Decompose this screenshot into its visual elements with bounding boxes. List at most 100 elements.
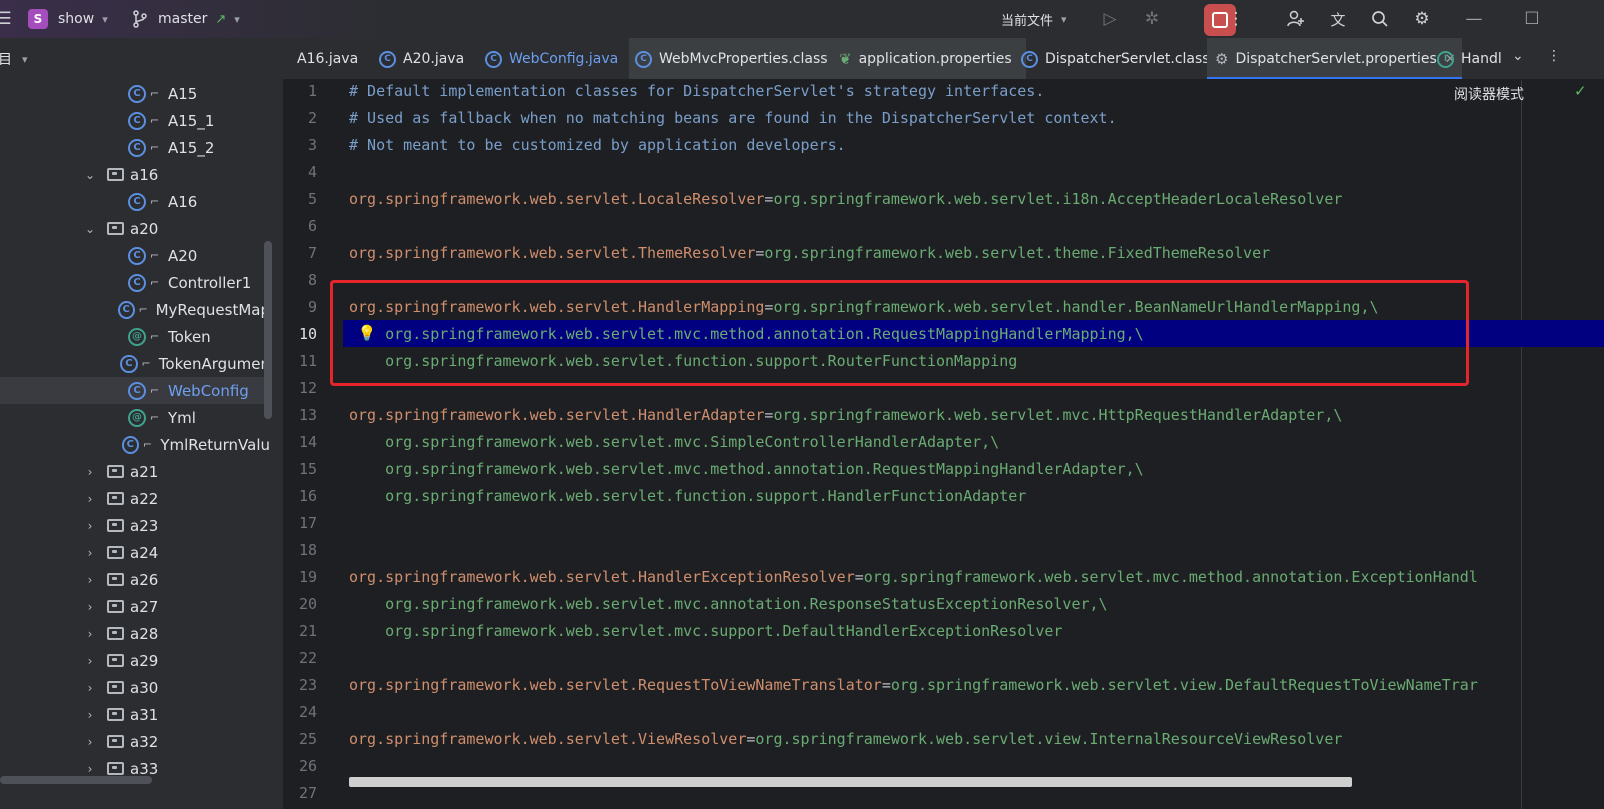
tree-item-class[interactable]: C ⌐ A16 — [0, 188, 270, 215]
line-number: 14 — [298, 433, 317, 451]
line-number: 25 — [298, 730, 317, 748]
properties-gear-icon: ⚙ — [1215, 50, 1229, 68]
tree-item-annotation[interactable]: @ ⌐ Yml — [0, 404, 270, 431]
chevron-right-icon[interactable]: › — [84, 465, 96, 479]
tab-dispatcherservlet-properties[interactable]: ⚙ DispatcherServlet.properties ✕ — [1207, 38, 1462, 79]
sidebar-vertical-scrollbar[interactable] — [264, 241, 272, 419]
property-equals: = — [854, 568, 864, 586]
tree-item-folder[interactable]: › a31 — [0, 701, 270, 728]
tree-item-class[interactable]: C ⌐ A15_1 — [0, 107, 270, 134]
settings-icon[interactable]: ⚙ — [1410, 7, 1434, 31]
tree-item-folder[interactable]: › a29 — [0, 647, 270, 674]
tree-item-folder[interactable]: › a28 — [0, 620, 270, 647]
java-class-icon: C — [1021, 50, 1038, 68]
project-panel-header[interactable]: 目 ▾ — [0, 38, 283, 80]
tree-item-class[interactable]: C ⌐ A15_2 — [0, 134, 270, 161]
chevron-right-icon[interactable]: › — [84, 627, 96, 641]
chevron-right-icon[interactable]: › — [84, 708, 96, 722]
tab-a16-java[interactable]: A16.java — [297, 38, 358, 79]
tab-a20-java[interactable]: C A20.java — [379, 38, 464, 79]
folder-icon — [107, 600, 124, 613]
folder-icon — [107, 492, 124, 505]
tree-item-folder[interactable]: › a27 — [0, 593, 270, 620]
sidebar-horizontal-scrollbar[interactable] — [0, 776, 152, 784]
add-user-icon[interactable] — [1284, 7, 1308, 31]
translate-icon[interactable]: 文 — [1326, 7, 1350, 31]
minimize-icon[interactable]: — — [1462, 7, 1486, 31]
property-key: org.springframework.web.servlet.HandlerA… — [349, 406, 765, 424]
folder-icon — [107, 627, 124, 640]
chevron-right-icon[interactable]: › — [84, 762, 96, 776]
tree-item-folder[interactable]: › a21 — [0, 458, 270, 485]
property-key: org.springframework.web.servlet.HandlerE… — [349, 568, 855, 586]
tree-item-annotation[interactable]: @ ⌐ Token — [0, 323, 270, 350]
code-line: # Default implementation classes for Dis… — [349, 80, 1044, 105]
property-value: org.springframework.web.servlet.i18n.Acc… — [773, 190, 1343, 208]
project-panel-title: 目 — [0, 52, 12, 68]
menu-icon[interactable]: ☰ — [0, 7, 16, 31]
tree-item-folder[interactable]: › a22 — [0, 485, 270, 512]
editor-horizontal-scrollbar[interactable] — [349, 777, 1352, 787]
run-icon[interactable]: ▷ — [1098, 7, 1122, 31]
tree-item-class[interactable]: C ⌐ TokenArgumen — [0, 350, 270, 377]
branch-selector[interactable]: master ↗ ▾ — [132, 0, 240, 38]
debug-icon[interactable]: ✲ — [1140, 7, 1164, 31]
chevron-right-icon[interactable]: › — [84, 492, 96, 506]
tree-item-class[interactable]: C ⌐ Controller1 — [0, 269, 270, 296]
property-key: org.springframework.web.servlet.LocaleRe… — [349, 190, 765, 208]
lock-icon: ⌐ — [150, 141, 160, 154]
tree-item-class[interactable]: C ⌐ A15 — [0, 80, 270, 107]
lock-icon: ⌐ — [150, 195, 160, 208]
chevron-down-icon[interactable]: ⌄ — [84, 222, 96, 236]
push-arrow-icon: ↗ — [215, 11, 227, 27]
more-icon[interactable]: ⋮ — [1224, 7, 1248, 31]
tree-item-folder[interactable]: › a23 — [0, 512, 270, 539]
project-tree-panel: 目 ▾ C ⌐ A15 C ⌐ A15_1 C ⌐ A15_2 ⌄ a16 C ⌐ A16 ⌄ a2… — [0, 38, 283, 809]
chevron-right-icon[interactable]: › — [84, 519, 96, 533]
folder-icon — [107, 762, 124, 775]
project-selector[interactable]: S show ▾ — [28, 0, 108, 38]
tree-item-folder[interactable]: › a24 — [0, 539, 270, 566]
tab-dispatcherservlet-class[interactable]: C DispatcherServlet.class — [1021, 38, 1210, 79]
property-value: org.springframework.web.servlet.mvc.Http… — [773, 406, 1343, 424]
chevron-down-icon: ▾ — [102, 12, 108, 26]
tree-item-folder[interactable]: › a30 — [0, 674, 270, 701]
more-icon[interactable]: ⋮ — [1547, 48, 1561, 64]
tree-item-folder[interactable]: ⌄ a16 — [0, 161, 270, 188]
java-class-icon: C — [379, 50, 396, 68]
chevron-right-icon[interactable]: › — [84, 546, 96, 560]
tree-item-class[interactable]: C ⌐ A20 — [0, 242, 270, 269]
chevron-down-icon[interactable]: ⌄ — [1512, 48, 1524, 64]
chevron-right-icon[interactable]: › — [84, 573, 96, 587]
line-number: 6 — [307, 217, 317, 235]
tree-item-folder[interactable]: ⌄ a20 — [0, 215, 270, 242]
java-class-icon: C — [485, 50, 502, 68]
chevron-right-icon[interactable]: › — [84, 735, 96, 749]
reader-mode-button[interactable]: 阅读器模式 — [1454, 84, 1524, 104]
tree-item-class-selected[interactable]: C ⌐ WebConfig — [0, 377, 270, 404]
chevron-right-icon[interactable]: › — [84, 681, 96, 695]
annotation-icon: @ — [128, 327, 146, 346]
line-number: 23 — [298, 676, 317, 694]
tree-item-folder[interactable]: › a32 — [0, 728, 270, 755]
chevron-down-icon[interactable]: ⌄ — [84, 168, 96, 182]
tab-application-properties[interactable]: ❦ application.properties — [833, 38, 1026, 79]
maximize-icon[interactable]: ☐ — [1520, 7, 1544, 31]
folder-icon — [107, 465, 124, 478]
tab-webconfig-java[interactable]: C WebConfig.java — [485, 38, 618, 79]
line-number: 8 — [307, 271, 317, 289]
line-number: 3 — [307, 136, 317, 154]
tree-item-class[interactable]: C ⌐ YmlReturnValu — [0, 431, 270, 458]
tree-item-class[interactable]: C ⌐ MyRequestMap — [0, 296, 270, 323]
tab-handler[interactable]: I Handl — [1437, 38, 1502, 79]
tab-webmvcproperties-class[interactable]: C WebMvcProperties.class — [629, 38, 842, 79]
search-icon[interactable] — [1368, 7, 1392, 31]
property-key: org.springframework.web.servlet.RequestT… — [349, 676, 882, 694]
class-icon: C — [121, 435, 139, 454]
right-margin-guide — [1521, 80, 1522, 809]
chevron-right-icon[interactable]: › — [84, 654, 96, 668]
chevron-right-icon[interactable]: › — [84, 600, 96, 614]
code-editor[interactable]: 1 2 3 4 5 6 7 8 9 10 11 12 13 14 15 16 17 18 19 20 21 22 23 24 2… — [283, 80, 1604, 809]
run-config-selector[interactable]: 当前文件 ▾ — [1001, 0, 1067, 38]
tree-item-folder[interactable]: › a26 — [0, 566, 270, 593]
